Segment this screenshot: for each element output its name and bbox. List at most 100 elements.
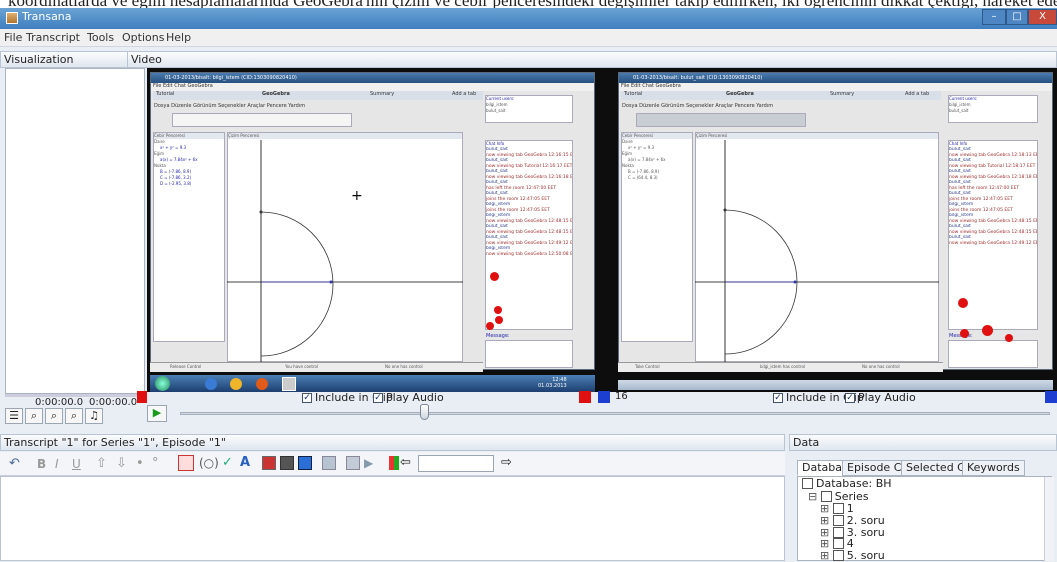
close-button[interactable]: X <box>1028 9 1057 25</box>
video-clip-icon[interactable] <box>280 456 294 470</box>
multiple-transcripts-icon[interactable] <box>346 456 360 470</box>
chat-message: bulut_sait now viewing tab Tutorial 12:18… <box>949 158 1037 169</box>
left-edge-marker-red <box>137 391 147 403</box>
tree-database[interactable]: Database: BH <box>802 477 892 490</box>
left-message-input <box>485 340 573 368</box>
visualization-time-left: 0:00:00.0 <box>35 397 84 408</box>
transcript-search-input[interactable] <box>418 455 494 472</box>
chat-message: bulut_sait now viewing tab GeoGebra 12:48… <box>949 224 1037 235</box>
undo-icon[interactable]: ↶ <box>9 456 20 471</box>
chat-author: bulut_sait <box>949 180 971 185</box>
ie-icon <box>205 378 217 390</box>
spell-check-icon[interactable]: ✓ <box>222 455 233 470</box>
include-in-clip-checkbox-left[interactable]: ✓ <box>302 393 312 403</box>
menu-options[interactable]: Options <box>122 31 164 44</box>
italic-icon[interactable]: I <box>55 457 59 471</box>
chat-message: bilgi_istem now viewing tab GeoGebra 12:4… <box>949 213 1037 224</box>
svg-text:+: + <box>351 188 363 204</box>
menu-file[interactable]: File <box>4 31 22 44</box>
annotation-dot <box>494 306 502 314</box>
annotation-dot <box>495 316 503 324</box>
zoom-out-button[interactable]: ⌕ <box>45 408 63 424</box>
list-view-button[interactable]: ☰ <box>5 408 23 424</box>
data-header: Data <box>789 434 1057 451</box>
visualization-canvas[interactable] <box>5 68 145 394</box>
left-has-control: You have control <box>285 364 319 369</box>
chat-message: bulut_sait now viewing tab GeoGebra 12:16… <box>486 147 572 158</box>
rising-intonation-icon[interactable]: ⇧ <box>96 456 107 471</box>
chat-author: bulut_sait <box>949 169 971 174</box>
left-audio-marker-red <box>579 391 591 403</box>
menu-help[interactable]: Help <box>166 31 191 44</box>
menu-tools[interactable]: Tools <box>87 31 114 44</box>
zoom-in-button[interactable]: ⌕ <box>25 408 43 424</box>
chat-author: bulut_sait <box>486 191 508 196</box>
left-add-tab: Add a tab <box>452 91 477 97</box>
search-forward-icon[interactable]: ⇨ <box>501 455 512 470</box>
whisper-icon[interactable]: ° <box>152 456 159 471</box>
propagate-icon[interactable] <box>322 456 336 470</box>
snapshot-icon[interactable] <box>262 456 276 470</box>
transcript-header: Transcript "1" for Series "1", Episode "… <box>0 434 785 451</box>
minimize-button[interactable]: – <box>982 9 1006 25</box>
episode-icon <box>832 515 844 526</box>
right-add-tab: Add a tab <box>905 91 930 97</box>
chat-message: bulut_sait now viewing tab GeoGebra 12:49… <box>949 235 1037 246</box>
annotation-dot <box>1005 334 1013 342</box>
episode-icon <box>832 503 844 514</box>
right-has-control: bilgi_istem has control <box>760 364 806 369</box>
tree-item-5[interactable]: ⊞ 5. soru <box>820 549 885 562</box>
left-geogebra-menu: Dosya Düzenle Görünüm Seçenekler Araçlar… <box>154 103 306 109</box>
play-audio-checkbox-right[interactable]: ✓ <box>845 393 855 403</box>
inbreath-icon[interactable]: • <box>136 456 144 471</box>
right-audio-marker-blue <box>1045 391 1057 403</box>
episode-icon <box>832 538 844 549</box>
transcript-green-marker <box>394 456 399 470</box>
annotation-dot <box>490 272 499 281</box>
right-take-control: Take Control <box>635 364 660 369</box>
tab-keywords[interactable]: Keywords <box>962 460 1025 476</box>
chat-message: bulut_sait now viewing tab GeoGebra 12:16… <box>486 169 572 180</box>
right-screen-menu: File Edit Chat GeoGebra <box>619 83 1052 91</box>
left-users-panel: Current users: bilgi_istem bulut_sait <box>485 95 573 123</box>
play-transcript-icon[interactable]: ▶ <box>364 456 373 470</box>
menu-transcript[interactable]: Transcript <box>26 31 80 44</box>
chat-text: now viewing tab GeoGebra 12:49:12 EET <box>949 240 1037 246</box>
right-messages-label: Message: <box>949 333 1009 339</box>
playback-track[interactable] <box>180 412 1050 415</box>
play-button[interactable]: ▶ <box>147 405 167 422</box>
chat-message: bulut_sait now viewing tab GeoGebra 12:49… <box>486 235 572 246</box>
filter-button[interactable]: ♫ <box>85 408 103 424</box>
database-tree-scrollbar[interactable] <box>1044 477 1054 561</box>
chat-author: bilgi_istem <box>486 213 511 218</box>
left-geogebra-toolbar <box>172 113 352 127</box>
right-tab-summary: Summary <box>830 91 855 97</box>
app-taskbar-icon <box>282 377 296 391</box>
format-icon[interactable]: A <box>240 455 250 470</box>
include-in-clip-checkbox-right[interactable]: ✓ <box>773 393 783 403</box>
play-audio-label-left: Play Audio <box>386 391 444 404</box>
chat-message: bulut_sait now viewing tab GeoGebra 12:48… <box>486 224 572 235</box>
right-users-panel: Current users: bilgi_istem bulut_sait <box>948 95 1038 123</box>
timecode-icon[interactable] <box>178 455 194 471</box>
annotation-dot <box>982 325 993 336</box>
transcript-text-area[interactable] <box>0 476 785 561</box>
title-bar[interactable] <box>0 8 1057 30</box>
left-geometry-drawing: + <box>227 140 463 362</box>
save-icon[interactable] <box>298 456 312 470</box>
right-message-input <box>948 340 1038 368</box>
left-chat-panel: Chat Info bulut_sait now viewing tab GeoG… <box>485 140 573 330</box>
search-back-icon[interactable]: ⇦ <box>400 455 411 470</box>
right-algebra-view: Cebir Penceresi Daire x² + y² = 9.3 Eğim… <box>621 132 693 342</box>
start-button-icon <box>155 376 170 391</box>
bold-icon[interactable]: B <box>37 457 46 471</box>
zoom-reset-button[interactable]: ⌕ <box>65 408 83 424</box>
underline-icon[interactable]: U <box>72 457 81 471</box>
maximize-button[interactable]: □ <box>1006 9 1028 25</box>
play-audio-checkbox-left[interactable]: ✓ <box>373 393 383 403</box>
chat-message: bilgi_istem now viewing tab GeoGebra 12:5… <box>486 246 572 257</box>
show-timecodes-icon[interactable]: (○) <box>199 456 219 470</box>
falling-intonation-icon[interactable]: ⇩ <box>116 456 127 471</box>
chat-message: bilgi_istem joins the room 12:47:05 EET <box>486 202 572 213</box>
playback-slider-thumb[interactable] <box>420 404 429 420</box>
